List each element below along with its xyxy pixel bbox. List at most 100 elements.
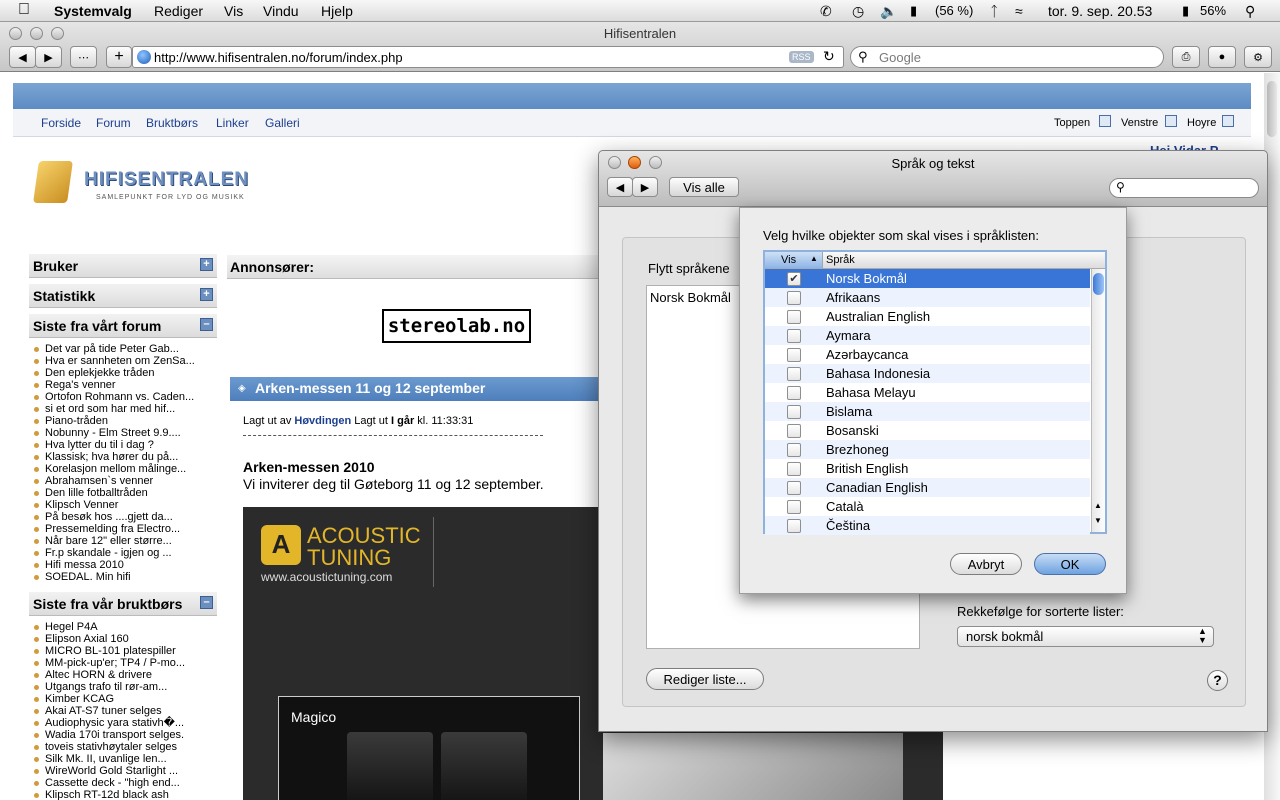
toppen-toggle-icon[interactable]: [1099, 115, 1111, 127]
reload-icon[interactable]: ↻: [823, 48, 835, 65]
visible-checkbox[interactable]: [787, 329, 801, 343]
visible-checkbox[interactable]: [787, 519, 801, 533]
list-item[interactable]: Altec HORN & drivere: [33, 669, 185, 681]
list-item[interactable]: Utgangs trafo til rør-am...: [33, 681, 185, 693]
menu-rediger[interactable]: Rediger: [154, 3, 203, 19]
language-list-item[interactable]: Norsk Bokmål: [650, 290, 731, 305]
list-item[interactable]: Det var på tide Peter Gab...: [33, 343, 195, 355]
list-item[interactable]: Klassisk; hva hører du på...: [33, 451, 195, 463]
language-row[interactable]: Bahasa Melayu: [765, 383, 1090, 402]
nav-forum[interactable]: Forum: [96, 116, 131, 130]
visible-checkbox[interactable]: ✔: [787, 272, 801, 286]
help-button[interactable]: ?: [1207, 670, 1228, 691]
list-item[interactable]: Nobunny - Elm Street 9.9....: [33, 427, 195, 439]
apple-menu-icon[interactable]: : [18, 1, 30, 19]
edit-list-button[interactable]: Rediger liste...: [646, 668, 764, 690]
layout-hoyre[interactable]: Hoyre: [1187, 117, 1216, 129]
language-checklist[interactable]: Vis ▲ Språk ✔ Norsk Bokmål Afrikaans Austra…: [763, 250, 1107, 535]
scroll-down-icon[interactable]: ▼: [1094, 516, 1102, 525]
language-row[interactable]: ✔ Norsk Bokmål: [765, 269, 1090, 288]
list-item[interactable]: Hva er sannheten om ZenSa...: [33, 355, 195, 367]
list-item[interactable]: Hifi messa 2010: [33, 559, 195, 571]
visible-checkbox[interactable]: [787, 291, 801, 305]
collapse-icon[interactable]: –: [200, 318, 213, 331]
settings-gear-button[interactable]: ⚙: [1244, 46, 1272, 68]
language-row[interactable]: British English: [765, 459, 1090, 478]
language-row[interactable]: Azərbaycanca: [765, 345, 1090, 364]
list-item[interactable]: Når bare 12" eller større...: [33, 535, 195, 547]
bug-report-button[interactable]: ●: [1208, 46, 1236, 68]
menu-app-name[interactable]: Systemvalg: [54, 3, 132, 19]
list-item[interactable]: toveis stativhøytaler selges: [33, 741, 185, 753]
add-bookmark-button[interactable]: +: [106, 46, 132, 68]
language-row[interactable]: Català: [765, 497, 1090, 516]
time-machine-icon[interactable]: ◷: [852, 3, 864, 20]
wifi-icon[interactable]: ≈: [1015, 3, 1023, 19]
list-item[interactable]: Kimber KCAG: [33, 693, 185, 705]
prefs-search-field[interactable]: ⚲: [1109, 178, 1259, 198]
expand-icon[interactable]: +: [200, 258, 213, 271]
battery-percent[interactable]: (56 %): [935, 3, 973, 18]
visible-checkbox[interactable]: [787, 405, 801, 419]
language-row[interactable]: Brezhoneg: [765, 440, 1090, 459]
search-field[interactable]: ⚲ Google: [850, 46, 1164, 68]
show-all-button[interactable]: Vis alle: [669, 177, 739, 197]
list-item[interactable]: Cassette deck - "high end...: [33, 777, 185, 789]
visible-checkbox[interactable]: [787, 500, 801, 514]
column-sprak[interactable]: Språk: [826, 254, 855, 266]
spotlight-icon[interactable]: ⚲: [1245, 3, 1255, 20]
list-item[interactable]: Fr.p skandale - igjen og ...: [33, 547, 195, 559]
list-item[interactable]: Abrahamsen`s venner: [33, 475, 195, 487]
stereolab-ad-banner[interactable]: stereolab.no: [382, 309, 531, 343]
list-item[interactable]: Korelasjon mellom målinge...: [33, 463, 195, 475]
language-row[interactable]: Čeština: [765, 516, 1090, 535]
back-button[interactable]: ◀: [9, 46, 36, 68]
menu-vis[interactable]: Vis: [224, 3, 243, 19]
visible-checkbox[interactable]: [787, 386, 801, 400]
top-sites-button[interactable]: ⋯: [70, 46, 97, 68]
list-item[interactable]: Rega's venner: [33, 379, 195, 391]
print-button[interactable]: ⎙: [1172, 46, 1200, 68]
visible-checkbox[interactable]: [787, 481, 801, 495]
language-row[interactable]: Bislama: [765, 402, 1090, 421]
volume-icon[interactable]: 🔈: [880, 3, 897, 20]
language-row[interactable]: Afrikaans: [765, 288, 1090, 307]
side-head-statistikk[interactable]: Statistikk +: [29, 284, 217, 308]
prefs-back-button[interactable]: ◀: [607, 177, 633, 197]
language-row[interactable]: Bahasa Indonesia: [765, 364, 1090, 383]
language-row[interactable]: Aymara: [765, 326, 1090, 345]
layout-toppen[interactable]: Toppen: [1054, 117, 1090, 129]
list-item[interactable]: Elipson Axial 160: [33, 633, 185, 645]
list-item[interactable]: Akai AT-S7 tuner selges: [33, 705, 185, 717]
ok-button[interactable]: OK: [1034, 553, 1106, 575]
site-logo-text[interactable]: HIFISENTRALEN: [84, 169, 249, 191]
list-item[interactable]: si et ord som har med hif...: [33, 403, 195, 415]
list-item[interactable]: Audiophysic yara stativh�...: [33, 717, 185, 729]
author-link[interactable]: Høvdingen: [294, 415, 351, 427]
language-row[interactable]: Canadian English: [765, 478, 1090, 497]
address-bar[interactable]: http://www.hifisentralen.no/forum/index.…: [132, 46, 844, 68]
language-row[interactable]: Bosanski: [765, 421, 1090, 440]
nav-bruktbors[interactable]: Bruktbørs: [146, 116, 198, 130]
layout-venstre[interactable]: Venstre: [1121, 117, 1158, 129]
battery-icon[interactable]: ▮: [910, 3, 917, 19]
list-item[interactable]: MICRO BL-101 platespiller: [33, 645, 185, 657]
list-item[interactable]: Wadia 170i transport selges.: [33, 729, 185, 741]
list-item[interactable]: MM-pick-up'er; TP4 / P-mo...: [33, 657, 185, 669]
list-item[interactable]: Hva lytter du til i dag ?: [33, 439, 195, 451]
visible-checkbox[interactable]: [787, 367, 801, 381]
visible-checkbox[interactable]: [787, 443, 801, 457]
list-item[interactable]: Klipsch RT-12d black ash: [33, 789, 185, 800]
expand-icon[interactable]: +: [200, 288, 213, 301]
column-vis[interactable]: Vis ▲: [765, 252, 823, 268]
list-item[interactable]: Den lille fotballtråden: [33, 487, 195, 499]
scroll-up-icon[interactable]: ▲: [1094, 501, 1102, 510]
list-item[interactable]: SOEDAL. Min hifi: [33, 571, 195, 583]
visible-checkbox[interactable]: [787, 424, 801, 438]
url-text[interactable]: http://www.hifisentralen.no/forum/index.…: [154, 50, 403, 65]
scroll-thumb[interactable]: [1267, 81, 1277, 137]
collapse-icon[interactable]: –: [200, 596, 213, 609]
list-scroll-thumb[interactable]: [1093, 273, 1104, 295]
language-row[interactable]: Australian English: [765, 307, 1090, 326]
cancel-button[interactable]: Avbryt: [950, 553, 1022, 575]
